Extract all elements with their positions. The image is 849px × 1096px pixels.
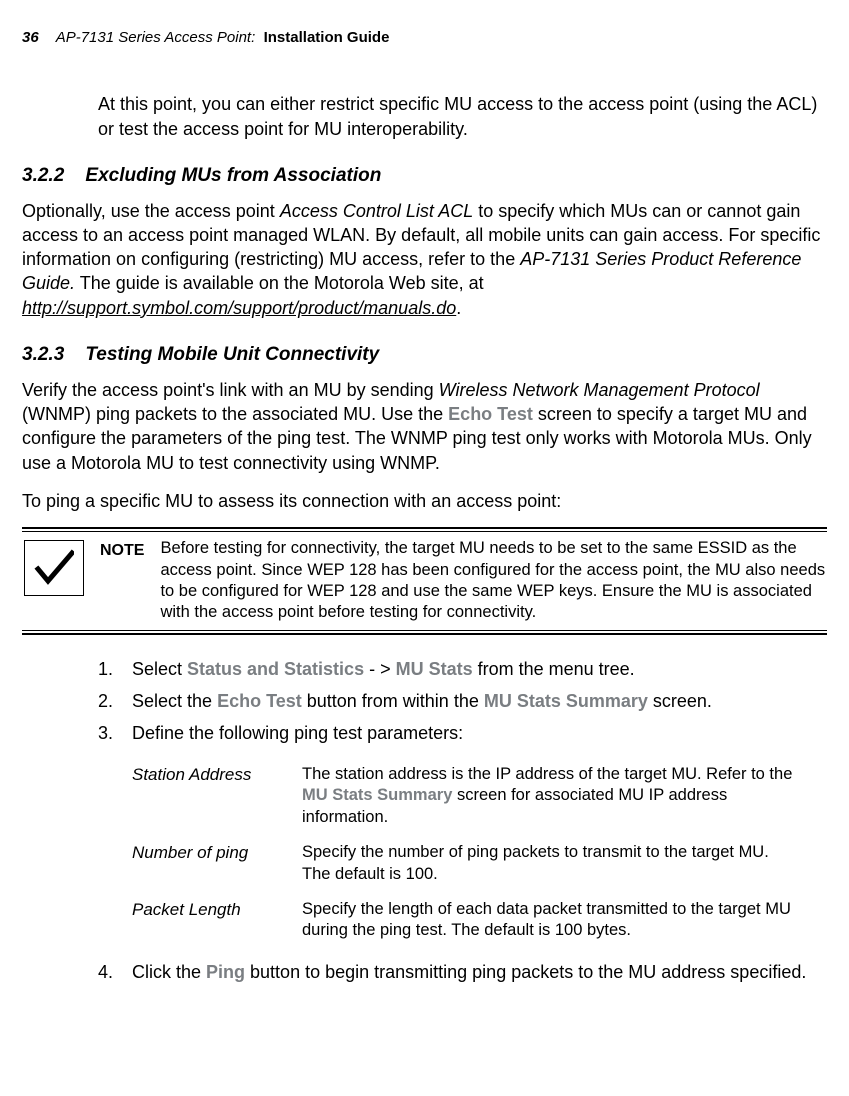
section-322-body: Optionally, use the access point Access …	[22, 199, 827, 320]
param-name-packet-length: Packet Length	[132, 899, 302, 942]
param-desc-number-of-ping: Specify the number of ping packets to tr…	[302, 842, 827, 885]
step-1: 1. Select Status and Statistics - > MU S…	[22, 657, 827, 681]
section-323-title: Testing Mobile Unit Connectivity	[85, 344, 379, 365]
header-doc-title: Installation Guide	[264, 29, 390, 46]
s1-c: - >	[364, 659, 396, 679]
steps-list-continued: 4. Click the Ping button to begin transm…	[22, 960, 827, 984]
param-name-number-of-ping: Number of ping	[132, 842, 302, 885]
param-row-packet-length: Packet Length Specify the length of each…	[132, 899, 827, 942]
note-text: Before testing for connectivity, the tar…	[160, 538, 827, 624]
section-322-title: Excluding MUs from Association	[85, 165, 381, 186]
s322-t3: The guide is available on the Motorola W…	[75, 273, 484, 293]
s323-t1: Verify the access point's link with an M…	[22, 380, 439, 400]
section-322-heading: 3.2.2 Excluding MUs from Association	[22, 163, 827, 189]
parameter-table: Station Address The station address is t…	[132, 764, 827, 942]
header-title: AP-7131 Series Access Point: Installatio…	[56, 29, 390, 46]
s1-a: Select	[132, 659, 187, 679]
r1-a: The station address is the IP address of…	[302, 765, 792, 783]
s323-echo: Echo Test	[448, 404, 533, 424]
page-number: 36	[22, 29, 39, 46]
checkmark-icon	[24, 540, 84, 596]
section-323-p2: To ping a specific MU to assess its conn…	[22, 489, 827, 513]
section-323-heading: 3.2.3 Testing Mobile Unit Connectivity	[22, 342, 827, 368]
s1-b: Status and Statistics	[187, 659, 364, 679]
s4-a: Click the	[132, 962, 206, 982]
section-322-number: 3.2.2	[22, 165, 64, 186]
s4-c: button to begin transmitting ping packet…	[245, 962, 806, 982]
s2-a: Select the	[132, 691, 217, 711]
param-name-station-address: Station Address	[132, 764, 302, 828]
s3-a: Define the following ping test parameter…	[132, 721, 827, 745]
step-4: 4. Click the Ping button to begin transm…	[22, 960, 827, 984]
section-323-number: 3.2.3	[22, 344, 64, 365]
param-row-number-of-ping: Number of ping Specify the number of pin…	[132, 842, 827, 885]
param-desc-packet-length: Specify the length of each data packet t…	[302, 899, 827, 942]
page-header: 36 AP-7131 Series Access Point: Installa…	[22, 24, 827, 48]
step-1-number: 1.	[98, 657, 132, 681]
note-label: NOTE	[100, 538, 144, 562]
header-series: AP-7131 Series Access Point:	[56, 29, 256, 46]
step-4-number: 4.	[98, 960, 132, 984]
s322-acl: Access Control List ACL	[280, 201, 473, 221]
section-323-p1: Verify the access point's link with an M…	[22, 378, 827, 475]
s323-wnmp: Wireless Network Management Protocol	[439, 380, 760, 400]
s2-b: Echo Test	[217, 691, 302, 711]
note-box: NOTE Before testing for connectivity, th…	[22, 527, 827, 635]
s2-c: button from within the	[302, 691, 484, 711]
s323-t2: (WNMP) ping packets to the associated MU…	[22, 404, 448, 424]
step-2: 2. Select the Echo Test button from with…	[22, 689, 827, 713]
step-2-number: 2.	[98, 689, 132, 713]
step-3-number: 3.	[98, 721, 132, 745]
param-desc-station-address: The station address is the IP address of…	[302, 764, 827, 828]
s1-d: MU Stats	[396, 659, 473, 679]
s322-t1: Optionally, use the access point	[22, 201, 280, 221]
steps-list: 1. Select Status and Statistics - > MU S…	[22, 657, 827, 746]
s1-e: from the menu tree.	[473, 659, 635, 679]
s4-b: Ping	[206, 962, 245, 982]
s2-d: MU Stats Summary	[484, 691, 648, 711]
intro-paragraph: At this point, you can either restrict s…	[98, 92, 827, 141]
param-row-station-address: Station Address The station address is t…	[132, 764, 827, 828]
step-3: 3. Define the following ping test parame…	[22, 721, 827, 745]
s322-t4: .	[456, 298, 461, 318]
s322-link[interactable]: http://support.symbol.com/support/produc…	[22, 298, 456, 318]
r1-b: MU Stats Summary	[302, 786, 452, 804]
s2-e: screen.	[648, 691, 712, 711]
